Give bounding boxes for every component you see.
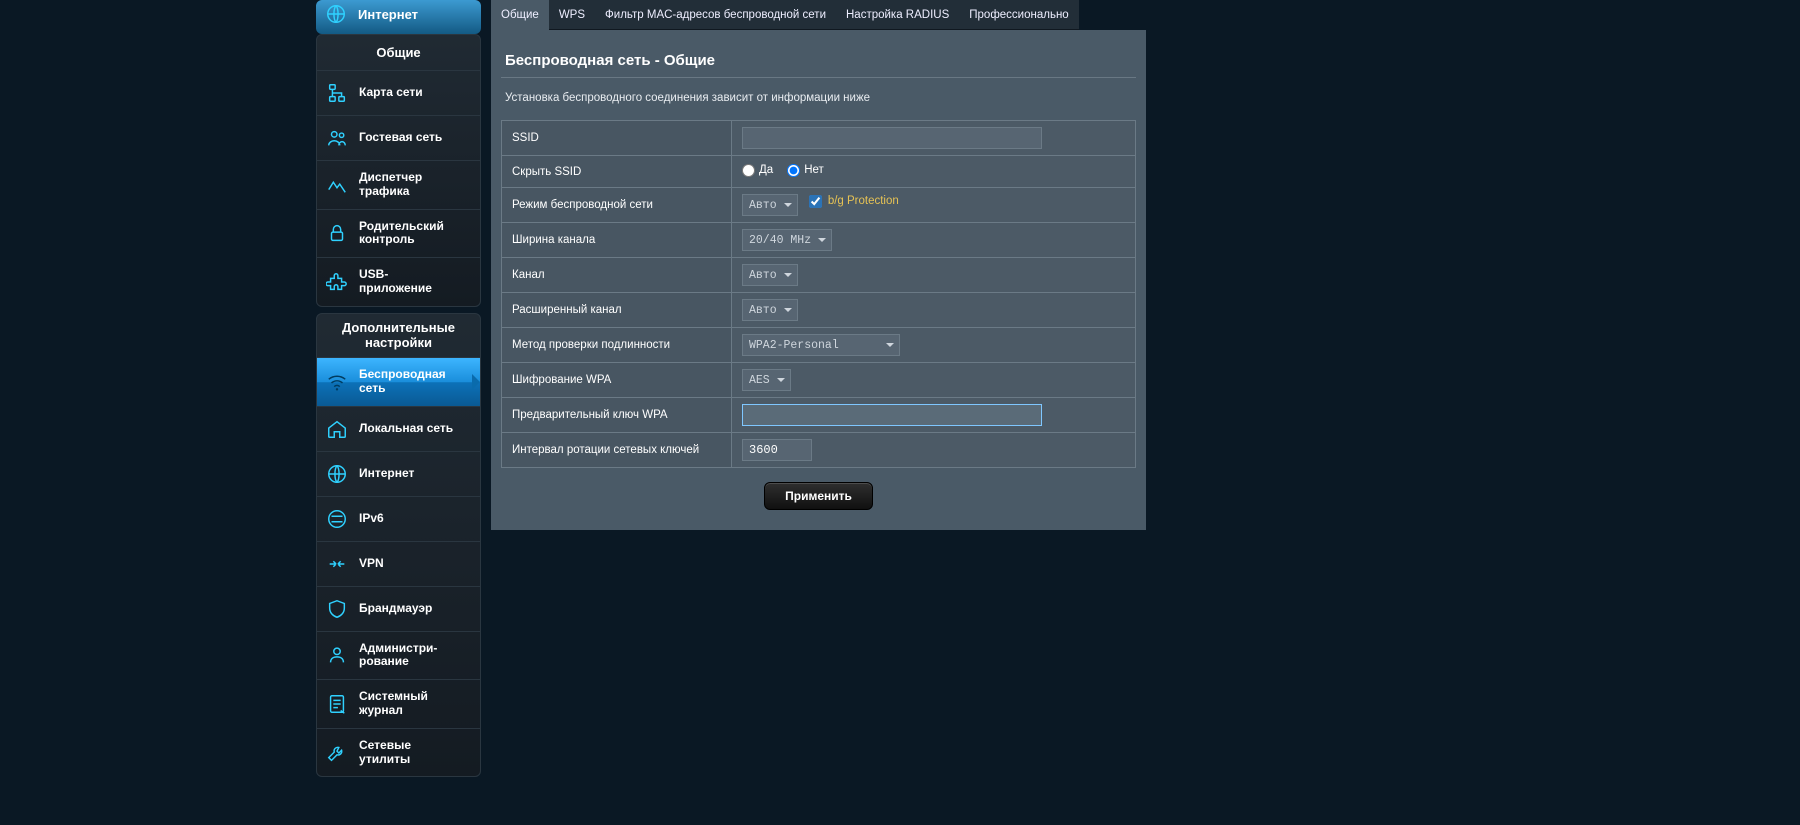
- sidebar-item-label: Диспетчер трафика: [359, 171, 422, 199]
- tab-wps[interactable]: WPS: [549, 0, 595, 30]
- label-ssid: SSID: [502, 121, 732, 156]
- sidebar-item-lan[interactable]: Локальная сеть: [317, 406, 480, 451]
- mode-select[interactable]: Авто: [742, 194, 798, 216]
- admin-icon: [325, 643, 349, 667]
- sidebar-header-advanced: Дополнительные настройки: [317, 314, 480, 357]
- radio-hide-no[interactable]: Нет: [787, 164, 824, 177]
- label-width: Ширина канала: [502, 223, 732, 258]
- sidebar-item-parental[interactable]: Родительский контроль: [317, 209, 480, 258]
- tools-icon: [325, 741, 349, 765]
- globe-icon: [325, 462, 349, 486]
- sidebar-item-vpn[interactable]: VPN: [317, 541, 480, 586]
- sidebar-item-admin[interactable]: Администри- рование: [317, 631, 480, 680]
- sidebar-item-internet[interactable]: Интернет: [317, 451, 480, 496]
- sidebar-item-label: Интернет: [359, 467, 414, 481]
- sidebar-item-firewall[interactable]: Брандмауэр: [317, 586, 480, 631]
- sidebar-panel-advanced: Дополнительные настройки Беспроводная се…: [316, 313, 481, 778]
- enc-select[interactable]: AES: [742, 369, 791, 391]
- label-hide-ssid: Скрыть SSID: [502, 156, 732, 188]
- width-select[interactable]: 20/40 MHz: [742, 229, 832, 251]
- sidebar-item-label: Администри- рование: [359, 642, 437, 670]
- sidebar-item-log[interactable]: Системный журнал: [317, 679, 480, 728]
- sidebar-item-label: Карта сети: [359, 86, 423, 100]
- puzzle-icon: [325, 270, 349, 294]
- label-channel: Канал: [502, 258, 732, 293]
- sidebar-item-label: Локальная сеть: [359, 422, 453, 436]
- tab-radius[interactable]: Настройка RADIUS: [836, 0, 959, 30]
- sidebar-item-tools[interactable]: Сетевые утилиты: [317, 728, 480, 777]
- vpn-icon: [325, 552, 349, 576]
- sidebar-item-usb[interactable]: USB- приложение: [317, 257, 480, 306]
- sidebar-item-label: Интернет: [358, 7, 418, 22]
- sidebar-item-label: VPN: [359, 557, 384, 571]
- sidebar-item-label: Брандмауэр: [359, 602, 432, 616]
- ext-channel-select[interactable]: Авто: [742, 299, 798, 321]
- lock-icon: [325, 221, 349, 245]
- sidebar-item-label: Беспроводная сеть: [359, 368, 446, 396]
- sidebar-item-network-map[interactable]: Карта сети: [317, 70, 480, 115]
- content-panel: Беспроводная сеть - Общие Установка бесп…: [491, 30, 1146, 530]
- sidebar-item-label: Сетевые утилиты: [359, 739, 411, 767]
- wifi-icon: [325, 370, 349, 394]
- page-description: Установка беспроводного соединения завис…: [501, 78, 1136, 112]
- sidebar-item-internet-top[interactable]: Интернет: [316, 0, 481, 34]
- sidebar-item-wireless[interactable]: Беспроводная сеть: [317, 357, 480, 406]
- rotate-input[interactable]: [742, 439, 812, 461]
- bg-protection-label: b/g Protection: [828, 195, 899, 207]
- traffic-icon: [325, 173, 349, 197]
- sidebar-item-label: IPv6: [359, 512, 384, 526]
- auth-select[interactable]: WPA2-Personal: [742, 334, 900, 356]
- label-auth: Метод проверки подлинности: [502, 328, 732, 363]
- label-psk: Предварительный ключ WPA: [502, 398, 732, 433]
- shield-icon: [325, 597, 349, 621]
- apply-button[interactable]: Применить: [764, 482, 873, 510]
- network-map-icon: [325, 81, 349, 105]
- sidebar-item-label: Родительский контроль: [359, 220, 444, 248]
- label-ext-channel: Расширенный канал: [502, 293, 732, 328]
- label-rotate: Интервал ротации сетевых ключей: [502, 433, 732, 468]
- sidebar-item-label: Системный журнал: [359, 690, 428, 718]
- tab-professional[interactable]: Профессионально: [959, 0, 1078, 30]
- sidebar-item-guest[interactable]: Гостевая сеть: [317, 115, 480, 160]
- sidebar-item-label: USB- приложение: [359, 268, 432, 296]
- sidebar-panel-general: Общие Карта сети Гостевая сеть Диспетчер…: [316, 34, 481, 307]
- log-icon: [325, 692, 349, 716]
- sidebar-item-traffic[interactable]: Диспетчер трафика: [317, 160, 480, 209]
- sidebar-item-ipv6[interactable]: IPv6: [317, 496, 480, 541]
- tab-mac-filter[interactable]: Фильтр MAC-адресов беспроводной сети: [595, 0, 836, 30]
- settings-table: SSID Скрыть SSID Да Нет Режим беспроводн…: [501, 120, 1136, 468]
- page-title: Беспроводная сеть - Общие: [501, 40, 1136, 78]
- main-area: Общие WPS Фильтр MAC-адресов беспроводно…: [491, 0, 1146, 783]
- sidebar-header-general: Общие: [317, 35, 480, 70]
- sidebar-item-label: Гостевая сеть: [359, 131, 442, 145]
- label-enc: Шифрование WPA: [502, 363, 732, 398]
- sidebar: Интернет Общие Карта сети Гостевая сеть …: [316, 0, 481, 783]
- psk-input[interactable]: [742, 404, 1042, 426]
- label-mode: Режим беспроводной сети: [502, 188, 732, 223]
- radio-hide-yes[interactable]: Да: [742, 164, 773, 177]
- tab-general[interactable]: Общие: [491, 0, 549, 30]
- guest-icon: [325, 126, 349, 150]
- channel-select[interactable]: Авто: [742, 264, 798, 286]
- bg-protection-checkbox[interactable]: [809, 195, 822, 208]
- ssid-input[interactable]: [742, 127, 1042, 149]
- tab-bar: Общие WPS Фильтр MAC-адресов беспроводно…: [491, 0, 1146, 30]
- ipv6-icon: [325, 507, 349, 531]
- home-icon: [325, 417, 349, 441]
- globe-icon: [324, 2, 348, 26]
